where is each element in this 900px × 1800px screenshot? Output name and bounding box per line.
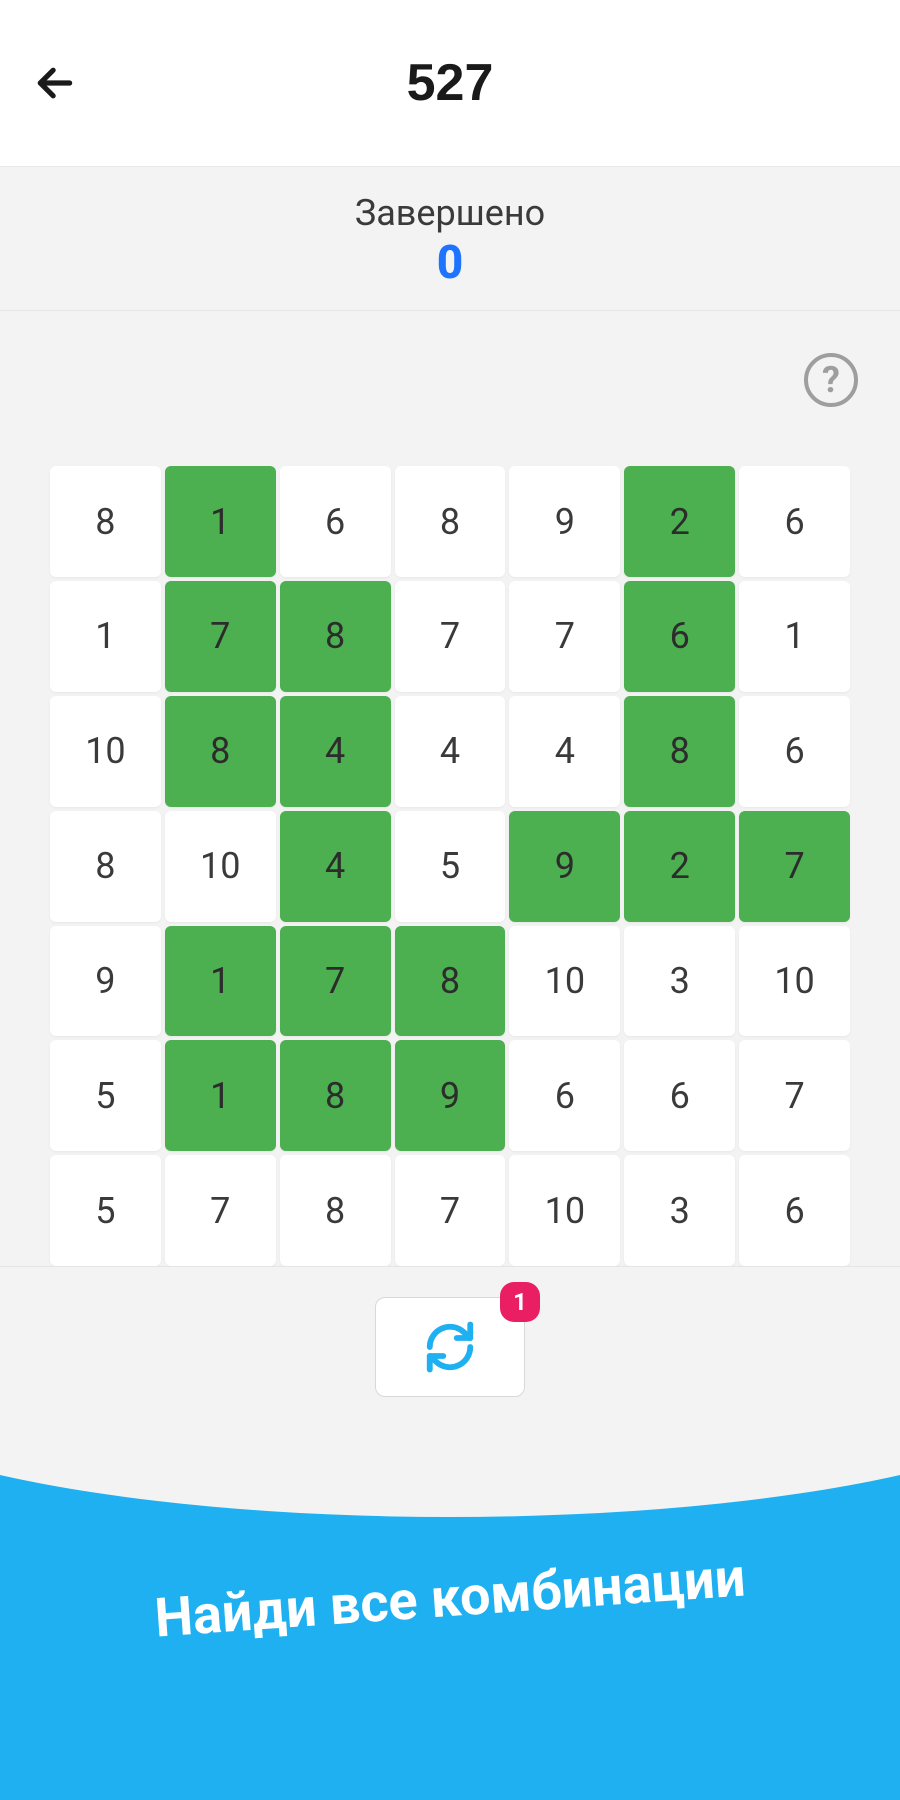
game-area: ? 81689261787761108444868104592791781031… xyxy=(0,311,900,1266)
status-panel: Завершено 0 xyxy=(0,167,900,311)
grid-cell[interactable]: 7 xyxy=(280,926,391,1037)
refresh-icon xyxy=(423,1320,477,1374)
grid-cell[interactable]: 9 xyxy=(509,811,620,922)
grid-cell[interactable]: 10 xyxy=(509,926,620,1037)
banner-text: Найди все комбинации xyxy=(153,1547,748,1651)
grid-cell[interactable]: 10 xyxy=(739,926,850,1037)
grid-cell[interactable]: 9 xyxy=(509,466,620,577)
promo-banner[interactable]: Найди все комбинации xyxy=(0,1437,900,1800)
grid-cell[interactable]: 4 xyxy=(280,696,391,807)
grid-cell[interactable]: 10 xyxy=(509,1155,620,1266)
grid-cell[interactable]: 8 xyxy=(280,1155,391,1266)
refresh-button[interactable]: 1 xyxy=(375,1297,525,1397)
grid-cell[interactable]: 6 xyxy=(509,1040,620,1151)
grid-cell[interactable]: 8 xyxy=(395,466,506,577)
grid-cell[interactable]: 1 xyxy=(739,581,850,692)
grid-cell[interactable]: 4 xyxy=(509,696,620,807)
grid-cell[interactable]: 8 xyxy=(280,1040,391,1151)
grid-cell[interactable]: 1 xyxy=(165,1040,276,1151)
grid-cell[interactable]: 9 xyxy=(395,1040,506,1151)
help-button[interactable]: ? xyxy=(804,353,858,407)
grid-cell[interactable]: 5 xyxy=(395,811,506,922)
grid-cell[interactable]: 7 xyxy=(739,1040,850,1151)
grid-cell[interactable]: 8 xyxy=(165,696,276,807)
grid-cell[interactable]: 4 xyxy=(280,811,391,922)
grid-cell[interactable]: 6 xyxy=(739,466,850,577)
grid-cell[interactable]: 7 xyxy=(509,581,620,692)
grid-cell[interactable]: 8 xyxy=(280,581,391,692)
grid-cell[interactable]: 1 xyxy=(50,581,161,692)
status-label: Завершено xyxy=(0,192,900,234)
grid-cell[interactable]: 1 xyxy=(165,466,276,577)
grid-cell[interactable]: 8 xyxy=(624,696,735,807)
grid-cell[interactable]: 3 xyxy=(624,1155,735,1266)
grid-cell[interactable]: 6 xyxy=(280,466,391,577)
refresh-area: 1 xyxy=(0,1266,900,1437)
grid-cell[interactable]: 6 xyxy=(739,696,850,807)
level-title: 527 xyxy=(407,53,494,113)
grid-cell[interactable]: 7 xyxy=(395,581,506,692)
refresh-badge: 1 xyxy=(500,1282,540,1322)
grid-cell[interactable]: 5 xyxy=(50,1155,161,1266)
grid-cell[interactable]: 1 xyxy=(165,926,276,1037)
grid-cell[interactable]: 7 xyxy=(165,581,276,692)
app-header: 527 xyxy=(0,0,900,167)
number-grid: 8168926178776110844486810459279178103105… xyxy=(50,466,850,1266)
grid-cell[interactable]: 8 xyxy=(395,926,506,1037)
grid-cell[interactable]: 7 xyxy=(739,811,850,922)
question-icon: ? xyxy=(822,359,840,401)
grid-cell[interactable]: 7 xyxy=(165,1155,276,1266)
grid-cell[interactable]: 4 xyxy=(395,696,506,807)
grid-cell[interactable]: 8 xyxy=(50,466,161,577)
back-button[interactable] xyxy=(30,58,80,108)
status-value: 0 xyxy=(0,236,900,290)
grid-cell[interactable]: 9 xyxy=(50,926,161,1037)
grid-cell[interactable]: 10 xyxy=(165,811,276,922)
grid-cell[interactable]: 2 xyxy=(624,466,735,577)
grid-cell[interactable]: 3 xyxy=(624,926,735,1037)
grid-cell[interactable]: 2 xyxy=(624,811,735,922)
grid-cell[interactable]: 8 xyxy=(50,811,161,922)
grid-cell[interactable]: 7 xyxy=(395,1155,506,1266)
grid-cell[interactable]: 6 xyxy=(624,581,735,692)
grid-cell[interactable]: 5 xyxy=(50,1040,161,1151)
arrow-left-icon xyxy=(33,61,77,105)
grid-cell[interactable]: 6 xyxy=(739,1155,850,1266)
grid-cell[interactable]: 6 xyxy=(624,1040,735,1151)
grid-cell[interactable]: 10 xyxy=(50,696,161,807)
